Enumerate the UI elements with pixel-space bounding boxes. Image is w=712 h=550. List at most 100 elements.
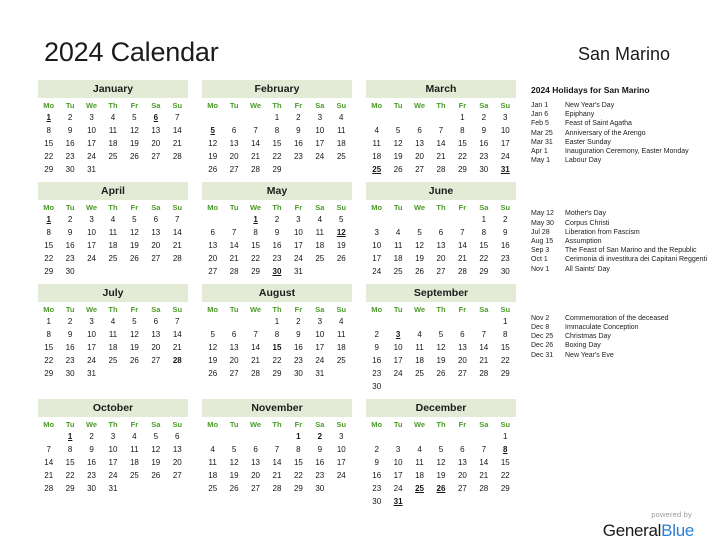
day-cell[interactable]: 24 — [81, 252, 102, 265]
day-cell[interactable]: 22 — [495, 354, 516, 367]
day-cell[interactable]: 7 — [38, 443, 59, 456]
day-cell[interactable]: 15 — [495, 456, 516, 469]
day-cell[interactable]: 29 — [495, 482, 516, 495]
day-cell[interactable]: 5 — [331, 213, 352, 226]
day-cell[interactable]: 11 — [366, 137, 387, 150]
day-cell[interactable]: 19 — [202, 150, 223, 163]
day-cell[interactable]: 26 — [430, 367, 451, 380]
day-cell[interactable]: 26 — [124, 150, 145, 163]
day-cell[interactable]: 11 — [102, 124, 123, 137]
day-cell[interactable]: 8 — [266, 328, 287, 341]
day-cell[interactable]: 31 — [102, 482, 123, 495]
day-cell[interactable]: 1 — [266, 111, 287, 124]
day-cell[interactable]: 27 — [452, 367, 473, 380]
day-cell[interactable]: 29 — [38, 265, 59, 278]
day-cell[interactable]: 20 — [223, 150, 244, 163]
day-cell[interactable]: 28 — [430, 163, 451, 176]
day-cell[interactable]: 24 — [387, 367, 408, 380]
day-cell[interactable]: 7 — [473, 443, 494, 456]
day-cell[interactable]: 26 — [430, 482, 451, 495]
day-cell[interactable]: 1 — [38, 315, 59, 328]
day-cell[interactable]: 1 — [38, 111, 59, 124]
day-cell[interactable]: 28 — [167, 252, 188, 265]
day-cell[interactable]: 14 — [167, 328, 188, 341]
day-cell[interactable]: 16 — [495, 239, 516, 252]
day-cell[interactable]: 6 — [145, 315, 166, 328]
day-cell[interactable]: 1 — [288, 430, 309, 443]
day-cell[interactable]: 15 — [495, 341, 516, 354]
day-cell[interactable]: 1 — [245, 213, 266, 226]
day-cell[interactable]: 10 — [331, 443, 352, 456]
day-cell[interactable]: 10 — [366, 239, 387, 252]
day-cell[interactable]: 9 — [59, 124, 80, 137]
day-cell[interactable]: 16 — [366, 469, 387, 482]
day-cell[interactable]: 17 — [81, 239, 102, 252]
day-cell[interactable]: 9 — [59, 328, 80, 341]
day-cell[interactable]: 20 — [223, 354, 244, 367]
day-cell[interactable]: 9 — [59, 226, 80, 239]
day-cell[interactable]: 25 — [409, 367, 430, 380]
day-cell[interactable]: 7 — [167, 315, 188, 328]
day-cell[interactable]: 20 — [409, 150, 430, 163]
day-cell[interactable]: 29 — [59, 482, 80, 495]
day-cell[interactable]: 16 — [266, 239, 287, 252]
day-cell[interactable]: 19 — [387, 150, 408, 163]
day-cell[interactable]: 28 — [245, 367, 266, 380]
day-cell[interactable]: 8 — [288, 443, 309, 456]
day-cell[interactable]: 21 — [266, 469, 287, 482]
day-cell[interactable]: 23 — [288, 150, 309, 163]
day-cell[interactable]: 11 — [102, 328, 123, 341]
day-cell[interactable]: 27 — [223, 163, 244, 176]
day-cell[interactable]: 27 — [409, 163, 430, 176]
day-cell[interactable]: 23 — [366, 367, 387, 380]
day-cell[interactable]: 5 — [202, 328, 223, 341]
day-cell[interactable]: 22 — [266, 354, 287, 367]
day-cell[interactable]: 30 — [495, 265, 516, 278]
day-cell[interactable]: 25 — [124, 469, 145, 482]
day-cell[interactable]: 18 — [124, 456, 145, 469]
day-cell[interactable]: 28 — [266, 482, 287, 495]
day-cell[interactable]: 30 — [288, 367, 309, 380]
day-cell[interactable]: 2 — [288, 111, 309, 124]
day-cell[interactable]: 24 — [102, 469, 123, 482]
day-cell[interactable]: 26 — [124, 354, 145, 367]
day-cell[interactable]: 17 — [387, 354, 408, 367]
day-cell[interactable]: 24 — [495, 150, 516, 163]
day-cell[interactable]: 12 — [202, 341, 223, 354]
day-cell[interactable]: 2 — [366, 443, 387, 456]
day-cell[interactable]: 22 — [452, 150, 473, 163]
day-cell[interactable]: 18 — [409, 469, 430, 482]
day-cell[interactable]: 5 — [202, 124, 223, 137]
day-cell[interactable]: 13 — [202, 239, 223, 252]
day-cell[interactable]: 13 — [245, 456, 266, 469]
day-cell[interactable]: 29 — [266, 367, 287, 380]
day-cell[interactable]: 1 — [495, 315, 516, 328]
day-cell[interactable]: 6 — [202, 226, 223, 239]
day-cell[interactable]: 7 — [266, 443, 287, 456]
day-cell[interactable]: 8 — [495, 328, 516, 341]
day-cell[interactable]: 4 — [102, 111, 123, 124]
day-cell[interactable]: 12 — [409, 239, 430, 252]
day-cell[interactable]: 27 — [245, 482, 266, 495]
day-cell[interactable]: 5 — [124, 111, 145, 124]
day-cell[interactable]: 6 — [452, 443, 473, 456]
day-cell[interactable]: 4 — [202, 443, 223, 456]
day-cell[interactable]: 2 — [495, 213, 516, 226]
day-cell[interactable]: 16 — [288, 137, 309, 150]
day-cell[interactable]: 15 — [245, 239, 266, 252]
day-cell[interactable]: 11 — [202, 456, 223, 469]
day-cell[interactable]: 15 — [59, 456, 80, 469]
day-cell[interactable]: 13 — [223, 341, 244, 354]
day-cell[interactable]: 14 — [167, 226, 188, 239]
day-cell[interactable]: 3 — [102, 430, 123, 443]
day-cell[interactable]: 23 — [495, 252, 516, 265]
day-cell[interactable]: 9 — [473, 124, 494, 137]
day-cell[interactable]: 28 — [223, 265, 244, 278]
day-cell[interactable]: 4 — [309, 213, 330, 226]
day-cell[interactable]: 10 — [102, 443, 123, 456]
day-cell[interactable]: 24 — [288, 252, 309, 265]
day-cell[interactable]: 26 — [124, 252, 145, 265]
day-cell[interactable]: 16 — [59, 137, 80, 150]
day-cell[interactable]: 1 — [473, 213, 494, 226]
day-cell[interactable]: 19 — [202, 354, 223, 367]
